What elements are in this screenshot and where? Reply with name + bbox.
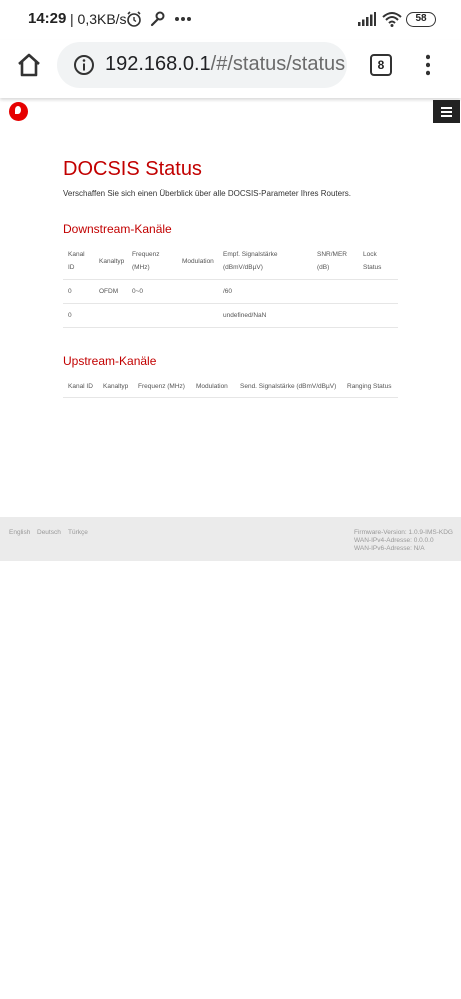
lang-deutsch-link[interactable]: Deutsch	[37, 529, 61, 536]
more-dots-icon	[175, 17, 191, 21]
col-signal-2: (dBmV/dBµV)	[223, 264, 263, 271]
lang-turkish-link[interactable]: Türkçe	[68, 529, 88, 536]
browser-toolbar: 192.168.0.1/#/status/status 8	[0, 40, 461, 98]
col-signal: Empf. Signalstärke	[223, 251, 278, 258]
network-speed: | 0,3KB/s	[70, 11, 127, 27]
wrench-icon	[150, 11, 165, 27]
upstream-title: Upstream-Kanäle	[63, 354, 157, 368]
alarm-icon	[127, 11, 141, 27]
wan-ipv4: WAN-IPv4-Adresse: 0.0.0.0	[354, 537, 434, 544]
url-text[interactable]: 192.168.0.1/#/status/status	[105, 53, 345, 76]
row-divider	[63, 397, 398, 398]
firmware-info: Firmware-Version: 1.0.9-IMS-KDG WAN-IPv4…	[354, 529, 453, 553]
clock: 14:29	[28, 10, 67, 27]
downstream-table: Kanal ID Kanaltyp Frequenz (MHz) Modulat…	[63, 246, 398, 328]
cell-frequenz: 0~0	[132, 288, 144, 295]
upstream-table: Kanal ID Kanaltyp Frequenz (MHz) Modulat…	[63, 379, 398, 399]
downstream-title: Downstream-Kanäle	[63, 222, 172, 236]
col-signal: Send. Signalstärke (dBmV/dBµV)	[240, 383, 337, 390]
page-title: DOCSIS Status	[63, 158, 202, 180]
cell-kanaltyp: OFDM	[99, 288, 119, 295]
url-host: 192.168.0.1	[105, 53, 211, 75]
android-status-bar: 14:29 | 0,3KB/s 58	[0, 0, 461, 40]
col-snr-2: (dB)	[317, 264, 330, 271]
vodafone-logo[interactable]	[9, 102, 28, 121]
col-kanal-id-2: ID	[68, 264, 75, 271]
wan-ipv6: WAN-IPv6-Adresse: N/A	[354, 545, 425, 552]
cell-signal: undefined/NaN	[223, 312, 267, 319]
col-snr: SNR/MER	[317, 251, 347, 258]
site-header	[0, 98, 461, 128]
page-footer: English Deutsch Türkçe Firmware-Version:…	[0, 517, 461, 561]
url-path: /#/status/status	[210, 53, 346, 75]
col-frequenz-2: (MHz)	[132, 264, 150, 271]
tab-switcher-button[interactable]: 8	[370, 54, 392, 76]
row-divider	[63, 303, 398, 304]
signal-icon	[358, 12, 376, 26]
overflow-menu-icon[interactable]	[426, 53, 430, 77]
row-divider	[63, 327, 398, 328]
col-frequenz: Frequenz (MHz)	[138, 383, 185, 390]
col-modulation: Modulation	[182, 258, 214, 265]
col-ranging: Ranging Status	[347, 383, 392, 390]
hamburger-menu-icon[interactable]	[433, 100, 460, 123]
home-icon[interactable]	[15, 51, 43, 79]
battery-icon: 58	[406, 12, 436, 27]
col-kanaltyp: Kanaltyp	[103, 383, 129, 390]
col-lock: Lock	[363, 251, 377, 258]
row-divider	[63, 279, 398, 280]
col-modulation: Modulation	[196, 383, 228, 390]
page-intro: Verschaffen Sie sich einen Überblick übe…	[63, 189, 351, 198]
cell-kanal-id: 0	[68, 312, 72, 319]
col-kanal-id: Kanal ID	[68, 383, 93, 390]
col-lock-2: Status	[363, 264, 382, 271]
lang-english-link[interactable]: English	[9, 529, 30, 536]
cell-signal: /60	[223, 288, 233, 295]
col-frequenz: Frequenz	[132, 251, 160, 258]
col-kanaltyp: Kanaltyp	[99, 258, 125, 265]
col-kanal-id: Kanal	[68, 251, 85, 258]
firmware-version: Firmware-Version: 1.0.9-IMS-KDG	[354, 529, 453, 536]
cell-kanal-id: 0	[68, 288, 72, 295]
address-bar[interactable]: 192.168.0.1/#/status/status	[57, 42, 347, 88]
info-icon[interactable]	[73, 54, 95, 76]
wifi-icon	[382, 12, 402, 27]
